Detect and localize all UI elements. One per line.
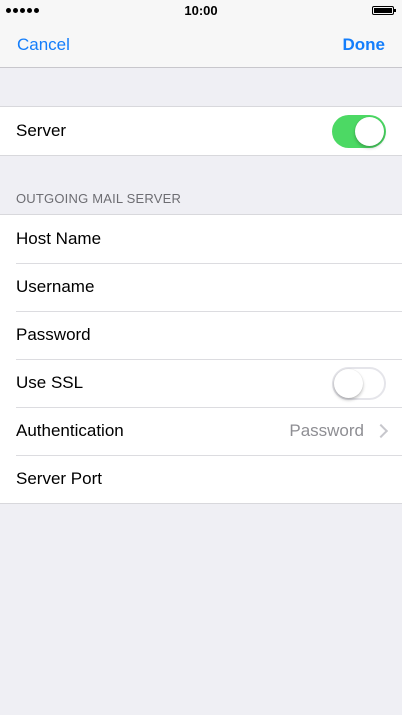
status-bar: 10:00 bbox=[0, 0, 402, 22]
server-port-row[interactable]: Server Port bbox=[0, 455, 402, 503]
outgoing-mail-server-header: OUTGOING MAIL SERVER bbox=[16, 191, 182, 206]
username-label: Username bbox=[16, 277, 95, 296]
chevron-right-icon bbox=[373, 423, 389, 439]
navigation-bar: Cancel Done bbox=[0, 22, 402, 68]
authentication-row[interactable]: Authentication Password bbox=[0, 407, 402, 455]
username-row[interactable]: Username bbox=[0, 263, 402, 311]
server-group: Server bbox=[0, 106, 402, 156]
server-row: Server bbox=[0, 107, 402, 155]
use-ssl-row: Use SSL bbox=[0, 359, 402, 407]
status-time: 10:00 bbox=[184, 3, 218, 18]
host-name-row[interactable]: Host Name bbox=[0, 215, 402, 263]
done-button[interactable]: Done bbox=[343, 35, 386, 55]
server-toggle[interactable] bbox=[332, 114, 386, 148]
host-name-label: Host Name bbox=[16, 229, 102, 248]
authentication-label: Authentication bbox=[16, 421, 124, 440]
server-port-label: Server Port bbox=[16, 469, 102, 488]
use-ssl-toggle[interactable] bbox=[332, 366, 386, 400]
toggle-knob bbox=[334, 368, 363, 398]
outgoing-mail-server-group: Host Name Username Password Use SSL Auth… bbox=[0, 214, 402, 504]
battery-full-icon bbox=[372, 6, 396, 15]
server-label: Server bbox=[16, 121, 67, 140]
toggle-knob bbox=[355, 116, 384, 146]
password-row[interactable]: Password bbox=[0, 311, 402, 359]
authentication-value: Password bbox=[289, 421, 364, 440]
use-ssl-label: Use SSL bbox=[16, 373, 84, 392]
cancel-button[interactable]: Cancel bbox=[17, 35, 70, 55]
password-label: Password bbox=[16, 325, 91, 344]
